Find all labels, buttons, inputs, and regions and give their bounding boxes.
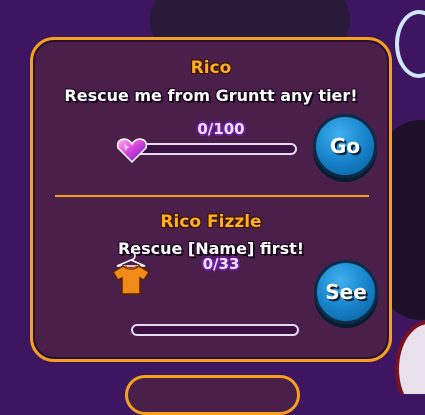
progress-count: 0/33 [202,255,240,273]
bottom-tab[interactable] [125,375,300,415]
quest-description: Rescue me from Gruntt any tier! [64,86,358,105]
progress-count: 0/100 [197,120,245,138]
go-button[interactable]: Go [313,114,377,178]
quest-panel: Rico Rescue me from Gruntt any tier! 0/1… [30,37,392,362]
quest-name: Rico Fizzle [160,212,262,232]
orange-shirt-icon [111,250,151,300]
divider [55,195,369,197]
see-button[interactable]: See [314,260,378,324]
progress-bar [131,324,299,336]
heart-gem-icon [115,136,149,164]
quest-name: Rico [190,58,232,78]
background-swirl [395,10,425,78]
background-ornament [395,320,425,394]
progress-bar [125,143,297,155]
